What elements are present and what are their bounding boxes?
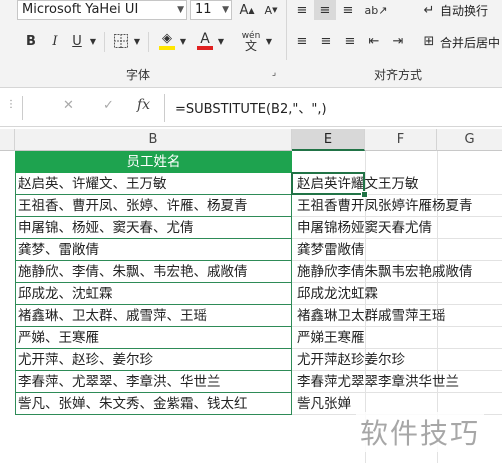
- cell-e4[interactable]: 申屠锦杨娅窦天春尤倩: [292, 217, 502, 239]
- orientation-icon[interactable]: ab↗: [362, 0, 390, 20]
- ribbon: Microsoft YaHei UI ▼ 11 ▼ A ▲ A ▼ ≡ ≡ ≡ ab…: [0, 0, 502, 88]
- wrap-text-icon[interactable]: ↵: [420, 0, 438, 20]
- row-header-corner[interactable]: [0, 129, 15, 151]
- fill-color-icon[interactable]: ◈: [156, 30, 178, 52]
- cell-b11[interactable]: 李春萍、尤翠翠、李章洪、华世兰: [15, 371, 292, 393]
- increase-font-icon[interactable]: A ▲: [236, 0, 258, 20]
- fill-color-dropdown-icon[interactable]: ▼: [178, 31, 188, 51]
- chevron-down-icon: ▼: [222, 5, 229, 15]
- cell-e9[interactable]: 严娣王寒雁: [292, 327, 502, 349]
- cell-b10[interactable]: 尤开萍、赵珍、姜尔珍: [15, 349, 292, 371]
- alignment-group-label: 对齐方式: [374, 68, 423, 82]
- chevron-down-icon: ▼: [177, 5, 184, 15]
- column-header-f[interactable]: F: [365, 129, 437, 151]
- cell-e3[interactable]: 王祖香曹开凤张婷许雁杨夏青: [292, 195, 502, 217]
- cell-b8[interactable]: 褚鑫琳、卫太群、戚雪萍、王瑶: [15, 305, 292, 327]
- font-color-dropdown-icon[interactable]: ▼: [216, 31, 226, 51]
- cell-b6[interactable]: 施静欣、李倩、朱飘、韦宏艳、戚敞倩: [15, 261, 292, 283]
- column-header-g[interactable]: G: [437, 129, 502, 151]
- phonetic-icon[interactable]: wén 文: [238, 28, 264, 54]
- column-header-e[interactable]: E: [292, 129, 365, 151]
- column-header-b[interactable]: B: [15, 129, 292, 151]
- formula-input[interactable]: =SUBSTITUTE(B2,"、",): [175, 98, 327, 117]
- watermark-text: 软件技巧: [356, 412, 485, 452]
- name-box-collapse-icon[interactable]: ⋮: [6, 99, 16, 110]
- header-cell-employee-names[interactable]: 员工姓名: [15, 151, 292, 173]
- bold-button[interactable]: B: [22, 31, 40, 51]
- align-center-icon[interactable]: ≡: [316, 31, 336, 51]
- cell-e7[interactable]: 邱成龙沈虹霖: [292, 283, 502, 305]
- cell-b7[interactable]: 邱成龙、沈虹霖: [15, 283, 292, 305]
- confirm-icon[interactable]: ✓: [103, 98, 114, 113]
- align-bottom-icon[interactable]: ≡: [338, 0, 358, 20]
- cell-cursor[interactable]: [291, 172, 365, 195]
- font-dialog-launcher-icon[interactable]: ⌟: [268, 66, 280, 80]
- cell-e8[interactable]: 褚鑫琳卫太群戚雪萍王瑶: [292, 305, 502, 327]
- align-left-icon[interactable]: ≡: [292, 31, 312, 51]
- increase-indent-icon[interactable]: ⇥: [388, 31, 408, 51]
- cell-e5[interactable]: 龚梦雷敞倩: [292, 239, 502, 261]
- fill-handle[interactable]: [361, 191, 368, 198]
- align-top-icon[interactable]: ≡: [292, 0, 312, 20]
- cell-b12[interactable]: 訾凡、张婵、朱文秀、金紫霜、钱太红: [15, 393, 292, 415]
- insert-function-icon[interactable]: fx: [137, 97, 150, 113]
- decrease-indent-icon[interactable]: ⇤: [364, 31, 384, 51]
- font-size-combo[interactable]: 11 ▼: [190, 0, 232, 20]
- font-size-value: 11: [195, 2, 212, 17]
- cancel-icon[interactable]: ✕: [63, 98, 74, 113]
- font-name-value: Microsoft YaHei UI: [22, 2, 139, 17]
- formula-bar: ⋮ ✕ ✓ fx =SUBSTITUTE(B2,"、",): [0, 88, 502, 127]
- italic-button[interactable]: I: [46, 31, 64, 51]
- underline-dropdown-icon[interactable]: ▼: [88, 31, 98, 51]
- wrap-text-button[interactable]: 自动换行: [440, 2, 488, 19]
- decrease-font-icon[interactable]: A ▼: [260, 0, 282, 20]
- cell-e1[interactable]: [292, 151, 365, 173]
- cell-b2[interactable]: 赵启英、许耀文、王万敏: [15, 173, 292, 195]
- font-name-combo[interactable]: Microsoft YaHei UI ▼: [17, 0, 187, 20]
- align-middle-icon[interactable]: ≡: [314, 0, 336, 20]
- phonetic-dropdown-icon[interactable]: ▼: [264, 31, 274, 51]
- align-right-icon[interactable]: ≡: [340, 31, 360, 51]
- font-group-label: 字体: [126, 68, 151, 82]
- cell-b4[interactable]: 申屠锦、杨娅、窦天春、尤倩: [15, 217, 292, 239]
- cell-e6[interactable]: 施静欣李倩朱飘韦宏艳戚敞倩: [292, 261, 502, 283]
- merge-center-button[interactable]: 合并后居中: [440, 34, 500, 51]
- borders-icon[interactable]: [110, 31, 132, 51]
- cell-b5[interactable]: 龚梦、雷敞倩: [15, 239, 292, 261]
- cell-b3[interactable]: 王祖香、曹开凤、张婷、许雁、杨夏青: [15, 195, 292, 217]
- borders-dropdown-icon[interactable]: ▼: [132, 31, 142, 51]
- merge-center-icon[interactable]: ⊞: [420, 31, 438, 51]
- font-color-icon[interactable]: A: [194, 30, 216, 52]
- cell-b9[interactable]: 严娣、王寒雁: [15, 327, 292, 349]
- cell-e11[interactable]: 李春萍尤翠翠李章洪华世兰: [292, 371, 502, 393]
- underline-button[interactable]: U: [68, 31, 86, 51]
- cell-e10[interactable]: 尤开萍赵珍姜尔珍: [292, 349, 502, 371]
